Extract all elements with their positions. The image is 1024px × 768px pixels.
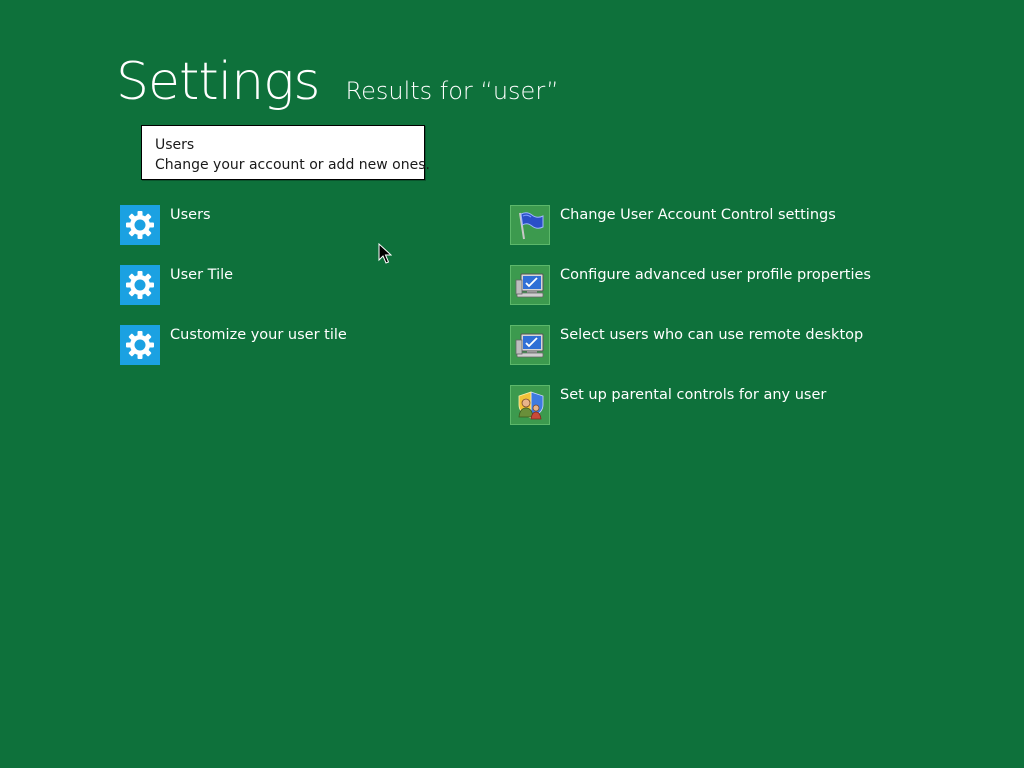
gear-icon bbox=[120, 325, 160, 365]
result-parental-controls[interactable]: Set up parental controls for any user bbox=[510, 385, 826, 425]
tooltip-description: Change your account or add new ones. bbox=[155, 157, 430, 173]
result-user-tile[interactable]: User Tile bbox=[120, 265, 233, 305]
search-header: Settings Results for “user” bbox=[116, 50, 559, 114]
result-label: Set up parental controls for any user bbox=[560, 387, 827, 403]
computer-icon bbox=[510, 325, 550, 365]
result-change-uac-settings[interactable]: Change User Account Control settings bbox=[510, 205, 836, 245]
mouse-pointer-icon bbox=[378, 243, 392, 264]
result-label: Change User Account Control settings bbox=[560, 207, 836, 223]
result-configure-user-profile[interactable]: Configure advanced user profile properti… bbox=[510, 265, 871, 305]
tooltip: Users Change your account or add new one… bbox=[141, 125, 430, 180]
page-title: Settings bbox=[116, 52, 320, 112]
result-customize-user-tile[interactable]: Customize your user tile bbox=[120, 325, 347, 365]
result-users[interactable]: Users bbox=[120, 205, 211, 245]
result-label: User Tile bbox=[170, 267, 234, 283]
result-label: Users bbox=[170, 207, 211, 223]
gear-icon bbox=[120, 265, 160, 305]
result-remote-desktop-users[interactable]: Select users who can use remote desktop bbox=[510, 325, 863, 365]
result-label: Customize your user tile bbox=[170, 327, 347, 343]
search-results-subtitle: Results for “user” bbox=[345, 77, 559, 105]
result-label: Select users who can use remote desktop bbox=[560, 327, 864, 343]
gear-icon bbox=[120, 205, 160, 245]
flag-icon bbox=[510, 205, 550, 245]
parental-controls-icon bbox=[510, 385, 550, 425]
computer-icon bbox=[510, 265, 550, 305]
tooltip-title: Users bbox=[155, 137, 195, 153]
result-label: Configure advanced user profile properti… bbox=[560, 267, 871, 283]
